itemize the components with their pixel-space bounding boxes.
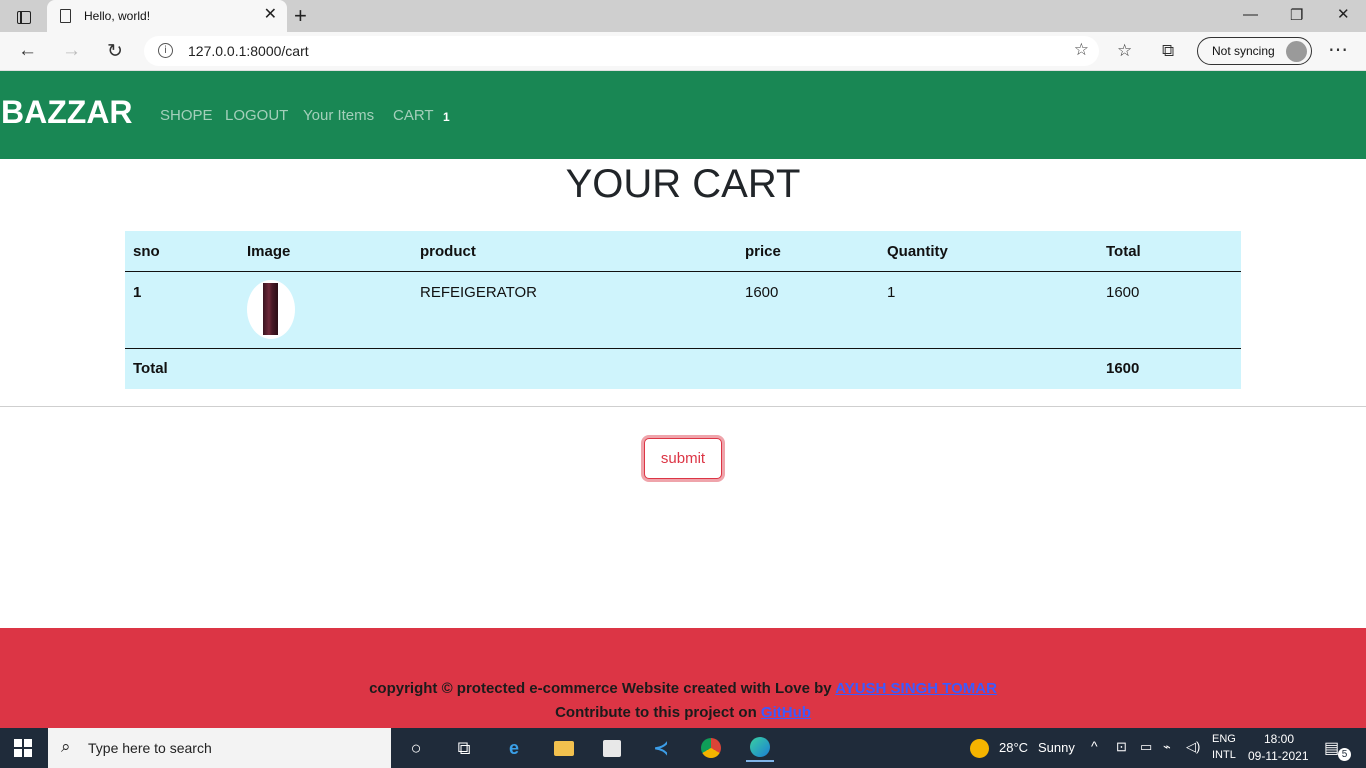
window-close-icon[interactable]: ✕ — [1337, 5, 1350, 23]
site-footer: copyright © protected e-commerce Website… — [0, 628, 1366, 728]
more-options-icon[interactable]: ⋯ — [1328, 37, 1349, 62]
sync-label: Not syncing — [1212, 44, 1275, 58]
internet-explorer-icon[interactable]: e — [500, 734, 528, 762]
weather-desc[interactable]: Sunny — [1038, 740, 1075, 768]
footer-contribute-text: Contribute to this project on — [555, 704, 761, 721]
windows-start-icon[interactable] — [14, 739, 32, 757]
back-icon[interactable]: ← — [18, 40, 37, 62]
store-icon[interactable] — [598, 734, 626, 762]
nav-link-shope[interactable]: SHOPE — [160, 107, 213, 124]
profile-sync-button[interactable]: Not syncing — [1197, 37, 1312, 65]
row-product: REFEIGERATOR — [420, 284, 537, 301]
row-total: 1600 — [1106, 284, 1140, 301]
total-label: Total — [133, 360, 168, 377]
weather-temp[interactable]: 28°C — [999, 740, 1028, 768]
restore-icon[interactable]: ❐ — [1290, 6, 1303, 24]
product-image — [247, 280, 295, 339]
header-product: product — [420, 243, 476, 260]
chevron-up-icon[interactable]: ^ — [1091, 738, 1098, 768]
search-icon: ⌕ — [61, 737, 71, 756]
chrome-icon[interactable] — [697, 734, 725, 762]
site-navbar: BAZZAR SHOPE LOGOUT Your Items CART 1 — [0, 71, 1366, 159]
windows-taskbar: ⌕ Type here to search ○ ⧉ e ≺ 28°C Sunny… — [0, 728, 1366, 768]
header-image: Image — [247, 243, 291, 260]
meet-now-icon[interactable]: ⊡ — [1116, 739, 1127, 768]
favorites-icon[interactable]: ☆ — [1117, 41, 1132, 61]
forward-icon[interactable]: → — [62, 40, 81, 62]
browser-tab-strip: Hello, world! ✕ + — ❐ ✕ — [0, 0, 1366, 32]
refresh-icon[interactable]: ↻ — [107, 40, 123, 63]
page-title: YOUR CART — [565, 162, 801, 206]
tab-actions-button[interactable] — [10, 6, 38, 28]
taskbar-search-placeholder: Type here to search — [88, 740, 212, 756]
row-quantity: 1 — [887, 284, 896, 301]
site-info-icon[interactable]: i — [158, 43, 173, 58]
submit-button[interactable]: submit — [644, 438, 722, 479]
file-explorer-icon[interactable] — [550, 734, 578, 762]
table-header-row: sno Image product price Quantity Total — [125, 231, 1241, 272]
header-price: price — [745, 243, 781, 260]
browser-tab[interactable]: Hello, world! ✕ — [47, 0, 287, 32]
cart-table: sno Image product price Quantity Total 1… — [125, 231, 1241, 389]
row-sno: 1 — [133, 284, 142, 301]
notification-icon[interactable]: ▤ — [1324, 738, 1339, 768]
collections-icon[interactable]: ⧉ — [1162, 41, 1174, 61]
document-icon — [60, 9, 71, 23]
notification-count: 5 — [1338, 748, 1351, 761]
url-text[interactable]: 127.0.0.1:8000/cart — [188, 43, 309, 59]
tab-actions-icon — [17, 10, 31, 24]
footer-contribute: Contribute to this project on GitHub — [0, 704, 1366, 721]
tab-close-icon[interactable]: ✕ — [264, 7, 277, 23]
nav-link-cart[interactable]: CART — [393, 107, 434, 124]
vscode-icon[interactable]: ≺ — [647, 734, 675, 762]
header-total: Total — [1106, 243, 1141, 260]
footer-copyright: copyright © protected e-commerce Website… — [0, 680, 1366, 697]
add-favorite-icon[interactable]: ☆ — [1074, 40, 1089, 60]
lang-secondary[interactable]: INTL — [1212, 749, 1236, 768]
author-link[interactable]: AYUSH SINGH TOMAR — [835, 680, 997, 697]
cortana-icon[interactable]: ○ — [402, 734, 430, 762]
nav-link-logout[interactable]: LOGOUT — [225, 107, 288, 124]
browser-toolbar: ← → ↻ i 127.0.0.1:8000/cart ☆ ☆ ⧉ Not sy… — [0, 32, 1366, 71]
refrigerator-image — [263, 283, 278, 335]
task-view-icon[interactable]: ⧉ — [450, 734, 478, 762]
minimize-icon[interactable]: — — [1243, 6, 1258, 23]
tab-title: Hello, world! — [84, 9, 151, 23]
cart-count-badge: 1 — [443, 110, 450, 124]
nav-link-your-items[interactable]: Your Items — [303, 107, 374, 124]
address-bar[interactable]: i 127.0.0.1:8000/cart ☆ — [144, 36, 1099, 66]
edge-icon[interactable] — [746, 734, 774, 762]
table-row: 1 REFEIGERATOR 1600 1 1600 — [125, 272, 1241, 349]
header-sno: sno — [133, 243, 160, 260]
battery-icon[interactable]: ▭ — [1140, 739, 1152, 768]
volume-icon[interactable]: ◁) — [1186, 739, 1200, 768]
divider — [0, 406, 1366, 407]
network-icon[interactable]: ⌁ — [1163, 739, 1171, 768]
clock-date[interactable]: 09-11-2021 — [1248, 749, 1309, 768]
row-price: 1600 — [745, 284, 779, 301]
taskbar-search[interactable]: ⌕ Type here to search — [48, 728, 391, 768]
weather-sun-icon — [970, 739, 989, 758]
table-total-row: Total 1600 — [125, 349, 1241, 389]
header-quantity: Quantity — [887, 243, 948, 260]
avatar — [1286, 41, 1307, 62]
footer-copyright-text: copyright © protected e-commerce Website… — [369, 680, 836, 697]
total-value: 1600 — [1106, 360, 1140, 377]
github-link[interactable]: GitHub — [761, 704, 811, 721]
new-tab-button[interactable]: + — [294, 3, 307, 29]
brand-logo[interactable]: BAZZAR — [1, 94, 133, 131]
